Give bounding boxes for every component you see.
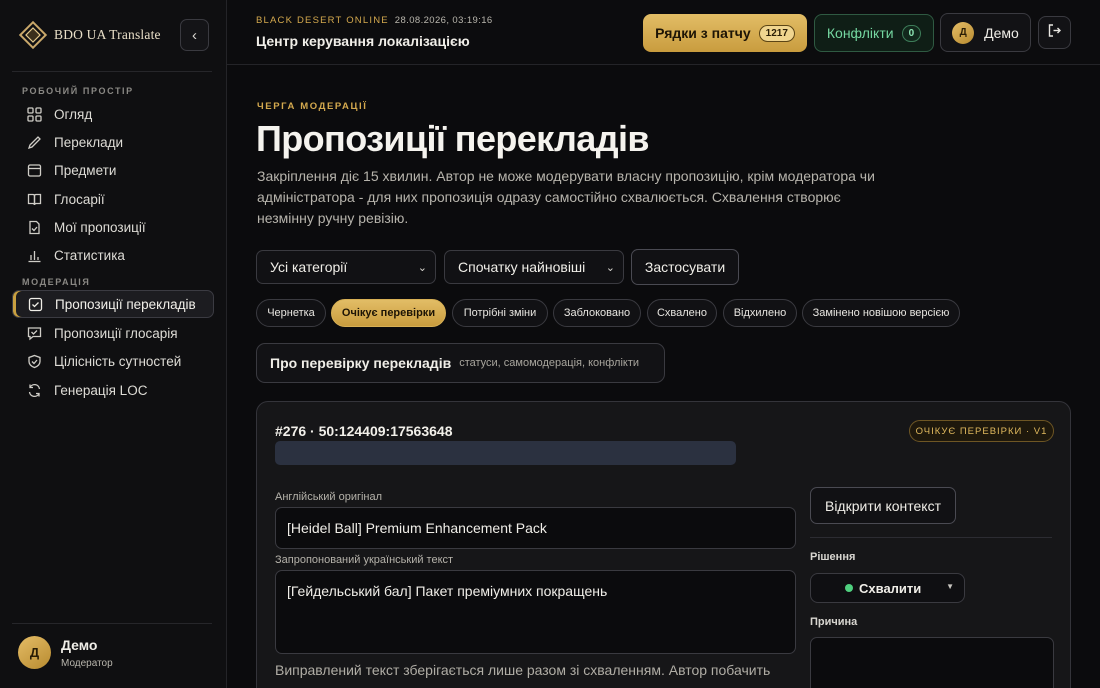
- section-moderation: МОДЕРАЦІЯ: [22, 277, 91, 287]
- sidebar-item-label: Мої пропозиції: [54, 219, 146, 235]
- book-icon: [26, 191, 42, 207]
- open-context-button[interactable]: Відкрити контекст: [810, 487, 956, 524]
- section-eyebrow: ЧЕРГА МОДЕРАЦІЇ: [257, 101, 368, 112]
- sidebar-item-my-proposals[interactable]: Мої пропозиції: [12, 213, 214, 241]
- grid-icon: [26, 106, 42, 122]
- sidebar-item-label: Пропозиції перекладів: [55, 296, 196, 312]
- redacted-bar: [275, 441, 736, 465]
- chevron-left-icon: ‹: [192, 26, 197, 44]
- approve-dot-icon: [845, 584, 853, 592]
- original-label: Англійський оригінал: [275, 491, 383, 503]
- status-chip-changes-needed[interactable]: Потрібні зміни: [452, 299, 548, 327]
- sidebar-item-overview[interactable]: Огляд: [12, 100, 214, 128]
- status-badge: ОЧІКУЄ ПЕРЕВІРКИ · V1: [909, 420, 1054, 442]
- patch-lines-label: Рядки з патчу: [655, 25, 751, 41]
- proposal-id: #276 · 50:124409:17563648: [275, 423, 453, 439]
- sidebar-item-label: Статистика: [54, 247, 125, 263]
- user-role: Модератор: [61, 658, 113, 669]
- help-title: Про перевірку перекладів: [270, 355, 452, 371]
- proposed-text-area[interactable]: [Гейдельський бал] Пакет преміумних покр…: [275, 570, 796, 654]
- logout-icon: [1047, 23, 1062, 43]
- sidebar: BDO UA Translate ‹ РОБОЧИЙ ПРОСТІР Огляд…: [0, 0, 227, 688]
- caret-down-icon: ▼: [946, 582, 954, 591]
- review-help-disclosure[interactable]: Про перевірку перекладів статуси, самомо…: [256, 343, 665, 383]
- sidebar-item-entity-integrity[interactable]: Цілісність сутностей: [12, 347, 214, 375]
- status-chip-pending-review[interactable]: Очікує перевірки: [331, 299, 446, 327]
- status-chip-superseded[interactable]: Замінено новішою версією: [802, 299, 960, 327]
- brand-emblem-icon: [18, 20, 48, 50]
- divider: [12, 623, 212, 624]
- brand-name: BDO UA Translate: [54, 27, 161, 42]
- original-text-value: [Heidel Ball] Premium Enhancement Pack: [287, 520, 547, 536]
- user-menu-button[interactable]: Д Демо: [940, 13, 1031, 52]
- collapse-sidebar-button[interactable]: ‹: [180, 19, 209, 51]
- sidebar-item-statistics[interactable]: Статистика: [12, 241, 214, 269]
- divider: [12, 71, 212, 72]
- sidebar-item-loc-generation[interactable]: Генерація LOC: [12, 376, 214, 404]
- sidebar-item-label: Пропозиції глосарія: [54, 325, 178, 341]
- sidebar-item-label: Генерація LOC: [54, 382, 148, 398]
- reason-label: Причина: [810, 616, 858, 628]
- refresh-icon: [26, 382, 42, 398]
- category-select[interactable]: Усі категорії ⌄: [256, 250, 436, 284]
- reason-input[interactable]: [810, 637, 1054, 688]
- conflicts-count-badge: 0: [901, 24, 922, 42]
- decision-label: Рішення: [810, 551, 856, 563]
- message-check-icon: [26, 325, 42, 341]
- status-chip-draft[interactable]: Чернетка: [256, 299, 326, 327]
- sort-select-value: Спочатку найновіші: [458, 259, 586, 275]
- section-workspace: РОБОЧИЙ ПРОСТІР: [22, 86, 134, 96]
- box-icon: [26, 162, 42, 178]
- decision-value: Схвалити: [859, 581, 922, 596]
- logout-button[interactable]: [1038, 16, 1071, 49]
- patch-lines-button[interactable]: Рядки з патчу 1217: [643, 14, 807, 52]
- proposal-card: #276 · 50:124409:17563648 ОЧІКУЄ ПЕРЕВІР…: [256, 401, 1071, 688]
- sort-select[interactable]: Спочатку найновіші ⌄: [444, 250, 624, 284]
- sidebar-item-label: Переклади: [54, 134, 124, 150]
- user-menu-label: Демо: [984, 24, 1019, 41]
- sidebar-item-label: Глосарії: [54, 191, 105, 207]
- sidebar-item-items[interactable]: Предмети: [12, 156, 214, 184]
- original-text-field[interactable]: [Heidel Ball] Premium Enhancement Pack: [275, 507, 796, 549]
- conflicts-button[interactable]: Конфлікти 0: [814, 14, 934, 52]
- document-check-icon: [26, 219, 42, 235]
- topbar: BLACK DESERT ONLINE 28.08.2026, 03:19:16 …: [227, 0, 1100, 65]
- game-name: BLACK DESERT ONLINE: [256, 15, 389, 26]
- user-name: Демо: [61, 637, 98, 653]
- chevron-down-icon: ⌄: [605, 261, 615, 274]
- sidebar-item-translations[interactable]: Переклади: [12, 128, 214, 156]
- sidebar-item-translation-proposals[interactable]: Пропозиції перекладів: [12, 290, 214, 318]
- proposed-label: Запропонований український текст: [275, 554, 454, 566]
- sidebar-item-glossary-proposals[interactable]: Пропозиції глосарія: [12, 319, 214, 347]
- timestamp: 28.08.2026, 03:19:16: [394, 15, 493, 26]
- status-chip-rejected[interactable]: Відхилено: [723, 299, 797, 327]
- decision-select[interactable]: Схвалити ▼: [810, 573, 965, 603]
- proposed-text-value: [Гейдельський бал] Пакет преміумних покр…: [287, 583, 608, 599]
- conflicts-label: Конфлікти: [826, 25, 894, 41]
- divider: [810, 537, 1052, 538]
- page-title: Пропозиції перекладів: [256, 118, 650, 159]
- avatar: Д: [952, 21, 975, 44]
- chevron-down-icon: ⌄: [417, 261, 427, 274]
- sidebar-item-label: Огляд: [54, 106, 93, 122]
- help-subtitle: статуси, самомодерація, конфлікти: [459, 357, 640, 369]
- shield-check-icon: [26, 353, 42, 369]
- page-description: Закріплення діє 15 хвилин. Автор не може…: [257, 168, 875, 226]
- correction-hint: Виправлений текст зберігається лише разо…: [275, 662, 771, 678]
- avatar: Д: [18, 636, 51, 669]
- brand-logo[interactable]: BDO UA Translate: [18, 16, 174, 54]
- bar-chart-icon: [26, 247, 42, 263]
- status-chip-locked[interactable]: Заблоковано: [553, 299, 641, 327]
- pencil-icon: [26, 134, 42, 150]
- app-title: Центр керування локалізацією: [256, 33, 470, 49]
- checkbox-icon: [27, 296, 43, 312]
- sidebar-item-label: Предмети: [54, 162, 117, 178]
- status-chip-approved[interactable]: Схвалено: [647, 299, 717, 327]
- apply-filters-button[interactable]: Застосувати: [631, 249, 739, 285]
- category-select-value: Усі категорії: [270, 259, 348, 275]
- sidebar-item-label: Цілісність сутностей: [54, 353, 182, 369]
- sidebar-item-glossaries[interactable]: Глосарії: [12, 185, 214, 213]
- patch-count-badge: 1217: [758, 24, 795, 42]
- app-eyebrow: BLACK DESERT ONLINE 28.08.2026, 03:19:16: [256, 15, 493, 26]
